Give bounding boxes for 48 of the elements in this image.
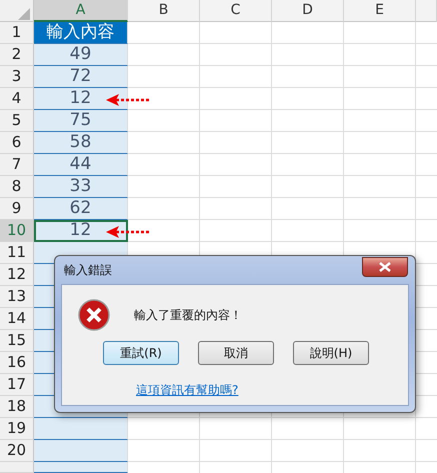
row-header[interactable]: 8 [0,176,34,198]
column-header[interactable]: A [34,0,128,22]
table-cell: 72 [34,66,128,88]
row-header[interactable]: 15 [0,330,34,352]
column-header[interactable]: B [128,0,200,22]
row-header[interactable]: 10 [0,220,34,242]
close-icon [379,262,391,272]
column-header[interactable]: E [344,0,416,22]
table-cell: 75 [34,110,128,132]
dialog-title: 輸入錯誤 [63,262,112,279]
header-cell: 輸入內容 [34,22,128,44]
row-header[interactable]: 18 [0,396,34,418]
row-header[interactable]: 6 [0,132,34,154]
dialog-button[interactable]: 重試(R) [103,341,179,365]
dialog-button[interactable]: 說明(H) [293,341,369,365]
row-header[interactable]: 20 [0,440,34,462]
row-header[interactable]: 4 [0,88,34,110]
table-cell: 49 [34,44,128,66]
table-cell: 12 [34,220,128,242]
error-message: 輸入了重覆的內容！ [134,307,242,324]
row-header[interactable]: 11 [0,242,34,264]
row-header[interactable]: 7 [0,154,34,176]
error-icon [78,299,110,331]
row-header[interactable]: 17 [0,374,34,396]
row-header[interactable]: 3 [0,66,34,88]
row-header[interactable]: 16 [0,352,34,374]
table-cell: 33 [34,176,128,198]
row-header[interactable]: 2 [0,44,34,66]
row-header[interactable]: 1 [0,22,34,44]
row-header[interactable]: 13 [0,286,34,308]
dialog-button[interactable]: 取消 [198,341,274,365]
row-header[interactable]: 12 [0,264,34,286]
row-header[interactable] [0,462,34,473]
row-header[interactable]: 9 [0,198,34,220]
table-cell: 62 [34,198,128,220]
table-cell: 12 [34,88,128,110]
row-header[interactable]: 19 [0,418,34,440]
row-header[interactable]: 5 [0,110,34,132]
row-header[interactable]: 14 [0,308,34,330]
table-cell: 58 [34,132,128,154]
column-header[interactable]: C [200,0,272,22]
table-cell: 44 [34,154,128,176]
select-all-corner[interactable] [0,0,34,22]
column-header[interactable]: D [272,0,344,22]
help-link[interactable]: 這項資訊有幫助嗎? [136,381,238,399]
close-button[interactable] [362,257,408,277]
select-all-icon [18,8,30,20]
column-header[interactable] [416,0,437,22]
